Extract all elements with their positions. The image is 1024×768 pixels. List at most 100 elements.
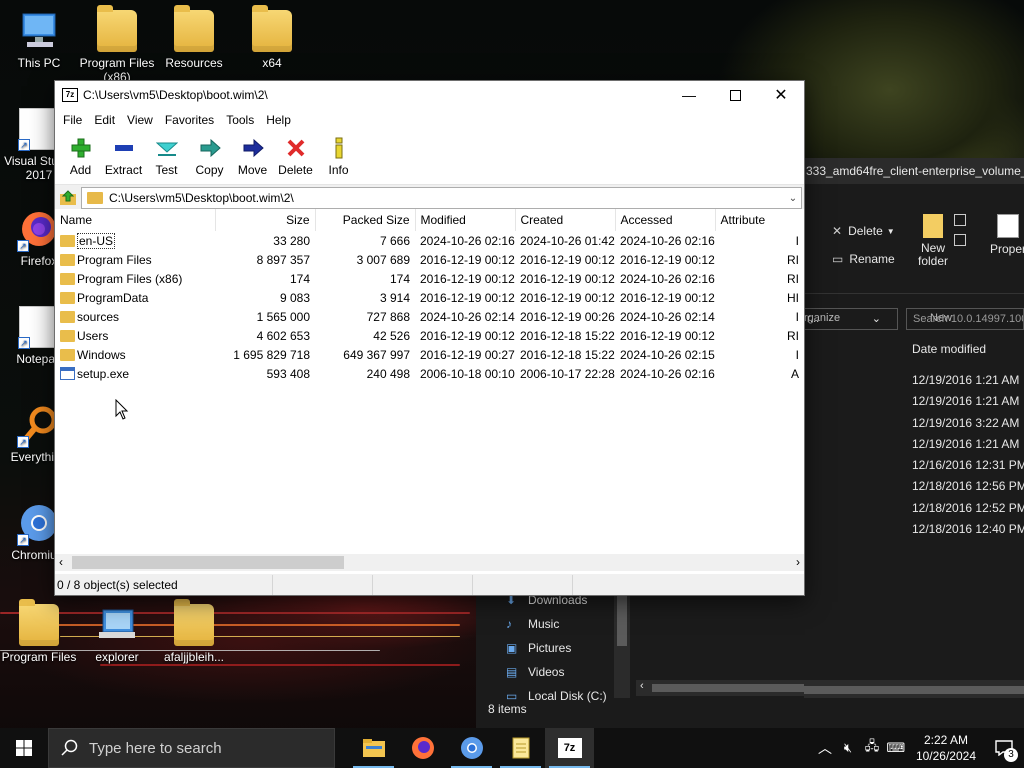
nav-item-label: Local Disk (C:) xyxy=(528,689,607,703)
table-row[interactable]: sources 1 565 000 727 868 2024-10-26 02:14 2… xyxy=(55,307,804,326)
path-dropdown[interactable]: r... ⌄ xyxy=(804,308,898,330)
table-row[interactable]: ProgramData 9 083 3 914 2016-12-19 00:12 201… xyxy=(55,288,804,307)
nav-item[interactable]: ▤ Videos xyxy=(506,660,564,684)
chevron-right-icon[interactable]: › xyxy=(796,555,800,569)
network-icon[interactable]: 🖧︎ xyxy=(860,737,884,759)
horizontal-scrollbar[interactable]: ‹ › xyxy=(55,554,804,571)
minimize-button[interactable]: — xyxy=(666,81,712,109)
delete-button[interactable]: Delete xyxy=(274,131,317,184)
taskbar-chromium[interactable] xyxy=(447,728,496,768)
up-folder-button[interactable] xyxy=(55,187,81,209)
extract-button[interactable]: Extract xyxy=(102,131,145,184)
desktop-icon-this-pc[interactable]: This PC xyxy=(0,10,78,70)
desktop-icon-resources[interactable]: Resources xyxy=(155,5,233,70)
folder-icon xyxy=(60,329,75,342)
table-row[interactable]: Windows 1 695 829 718 649 367 997 2016-12-1… xyxy=(55,345,804,364)
table-row[interactable]: Users 4 602 653 42 526 2016-12-19 00:12 2016… xyxy=(55,326,804,345)
taskbar-notepad[interactable] xyxy=(496,728,545,768)
add-button[interactable]: Add xyxy=(59,131,102,184)
menu-edit[interactable]: Edit xyxy=(88,113,121,127)
column-header-accessed[interactable]: Accessed xyxy=(615,209,716,231)
column-header-size[interactable]: Size xyxy=(215,209,316,231)
cell-name: setup.exe xyxy=(55,364,215,383)
move-button[interactable]: Move xyxy=(231,131,274,184)
pictures-icon: ▣ xyxy=(506,641,518,655)
address-combobox[interactable]: C:\Users\vm5\Desktop\boot.wim\2\ ⌄ xyxy=(81,187,802,209)
delete-ribbon-button[interactable]: ✕ Delete ▼ xyxy=(832,224,895,238)
info-button[interactable]: Info xyxy=(317,131,360,184)
cell-accessed: 2024-10-26 02:15 xyxy=(620,347,715,362)
close-button[interactable]: ✕ xyxy=(758,81,804,109)
column-header-created[interactable]: Created xyxy=(515,209,616,231)
cell-size: 4 602 653 xyxy=(256,328,310,343)
desktop-icon-program-files[interactable]: Program Files xyxy=(0,599,78,664)
desktop-icon-x64[interactable]: x64 xyxy=(233,5,311,70)
cell-accessed: 2024-10-26 02:16 xyxy=(620,366,715,381)
7zip-window: 7z C:\Users\vm5\Desktop\boot.wim\2\ — ✕ … xyxy=(54,80,805,596)
windows-logo-icon xyxy=(16,740,32,756)
table-row[interactable]: en-US 33 280 7 666 2024-10-26 02:16 2024-10-… xyxy=(55,231,804,250)
date-modified-header[interactable]: Date modified xyxy=(912,342,986,356)
start-button[interactable] xyxy=(0,728,48,768)
nav-scrollbar[interactable] xyxy=(614,596,630,698)
file-name: Users xyxy=(77,328,109,343)
menu-tools[interactable]: Tools xyxy=(220,113,260,127)
chevron-left-icon[interactable]: ‹ xyxy=(59,555,63,569)
cell-accessed: 2016-12-19 00:12 xyxy=(620,252,715,267)
desktop-icon-explorer[interactable]: explorer xyxy=(78,604,156,664)
menu-view[interactable]: View xyxy=(121,113,159,127)
chevron-up-icon[interactable]: ︿ xyxy=(814,738,836,758)
rename-ribbon-button[interactable]: ▭ Rename xyxy=(832,252,895,266)
menu-favorites[interactable]: Favorites xyxy=(159,113,220,127)
properties-button[interactable]: Proper xyxy=(990,214,1024,256)
new-folder-button[interactable]: New folder xyxy=(908,214,958,268)
taskbar-7zip[interactable]: 7z xyxy=(545,728,594,768)
notepad-icon: ↗ xyxy=(18,306,59,349)
notification-center-button[interactable]: 3 xyxy=(984,728,1024,768)
desktop-icon-program-files-x86[interactable]: Program Files (x86) xyxy=(78,5,156,84)
search-input[interactable]: Search 10.0.14997.100 xyxy=(906,308,1024,330)
language-icon[interactable]: ⌨︎ xyxy=(884,740,908,756)
copy-button[interactable]: Copy xyxy=(188,131,231,184)
table-row[interactable]: setup.exe 593 408 240 498 2006-10-18 00:10 2… xyxy=(55,364,804,383)
column-header-packed-size[interactable]: Packed Size xyxy=(315,209,416,231)
cell-accessed: 2024-10-26 02:16 xyxy=(620,233,715,248)
status-cell xyxy=(473,575,573,595)
nav-item[interactable]: ▣ Pictures xyxy=(506,636,571,660)
music-icon: ♪ xyxy=(506,617,512,631)
notification-count-badge: 3 xyxy=(1004,748,1018,762)
nav-item-label: Pictures xyxy=(528,641,572,655)
taskbar-file-explorer[interactable] xyxy=(349,728,398,768)
desktop-icon-label: Resources xyxy=(165,56,223,70)
scrollbar-thumb[interactable] xyxy=(72,556,344,569)
cell-created: 2024-10-26 01:42 xyxy=(520,233,615,248)
column-header-attribute[interactable]: Attribute xyxy=(715,209,804,231)
cell-size: 8 897 357 xyxy=(256,252,310,267)
nav-item[interactable]: ♪ Music xyxy=(506,612,559,636)
clock[interactable]: 2:22 AM 10/26/2024 xyxy=(908,732,984,764)
cell-packed-size: 3 914 xyxy=(379,290,410,305)
volume-muted-icon[interactable]: 🔇︎ xyxy=(836,740,860,756)
cell-modified: 2006-10-18 00:10 xyxy=(420,366,515,381)
desktop-icon-afaljjbleih[interactable]: afaljjbleih... xyxy=(155,599,233,664)
folder-icon xyxy=(174,599,214,646)
menu-help[interactable]: Help xyxy=(260,113,297,127)
cell-packed-size: 240 498 xyxy=(366,366,410,381)
test-button[interactable]: Test xyxy=(145,131,188,184)
column-header-name[interactable]: Name xyxy=(55,209,216,231)
menu-file[interactable]: File xyxy=(57,113,88,127)
maximize-button[interactable] xyxy=(712,81,758,109)
copy-path-icons[interactable] xyxy=(954,214,976,254)
taskbar-search-box[interactable]: Type here to search xyxy=(48,728,335,768)
table-row[interactable]: Program Files (x86) 174 174 2016-12-19 00:1… xyxy=(55,269,804,288)
title-bar[interactable]: 7z C:\Users\vm5\Desktop\boot.wim\2\ — ✕ xyxy=(55,81,804,109)
status-cell xyxy=(273,575,373,595)
paste-icon xyxy=(954,234,966,246)
table-row[interactable]: Program Files 8 897 357 3 007 689 2016-12-1… xyxy=(55,250,804,269)
column-header-modified[interactable]: Modified xyxy=(415,209,516,231)
info-icon xyxy=(328,137,350,159)
chevron-down-icon[interactable]: ⌄ xyxy=(785,193,801,204)
taskbar-firefox[interactable] xyxy=(398,728,447,768)
folder-icon xyxy=(60,310,75,323)
status-bar: 0 / 8 object(s) selected xyxy=(55,575,804,595)
